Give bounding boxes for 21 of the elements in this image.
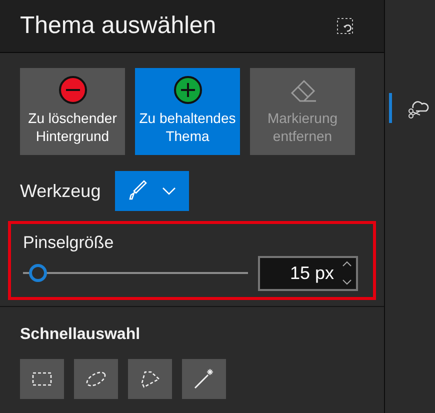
mode-button[interactable]: Zu löschender Hintergrund	[20, 68, 125, 155]
selection-undo-icon[interactable]	[336, 17, 354, 35]
chevron-down-icon	[162, 187, 176, 195]
mode-button[interactable]: Zu behaltendes Thema	[135, 68, 240, 155]
panel-title: Thema auswählen	[20, 11, 216, 41]
brush-icon	[127, 180, 150, 202]
spinner-icon	[342, 260, 352, 286]
magic-wand-icon	[192, 366, 216, 390]
brush-size-label: Pinselgröße	[23, 232, 115, 254]
selection-tool-button[interactable]	[74, 358, 118, 398]
plus-circle-icon	[172, 75, 202, 105]
tool-label: Werkzeug	[20, 180, 101, 203]
slider-thumb[interactable]	[29, 264, 48, 282]
selection-tool-button[interactable]	[20, 358, 64, 398]
tool-dropdown[interactable]	[114, 171, 189, 211]
minus-circle-icon	[58, 75, 88, 105]
section-title: Schnellauswahl	[19, 324, 142, 344]
brush-size-field[interactable]: 15 px	[258, 256, 358, 290]
brush-size-slider[interactable]	[23, 264, 248, 282]
selection-tool-button[interactable]	[182, 358, 226, 398]
selection-tool-button[interactable]	[128, 358, 172, 398]
